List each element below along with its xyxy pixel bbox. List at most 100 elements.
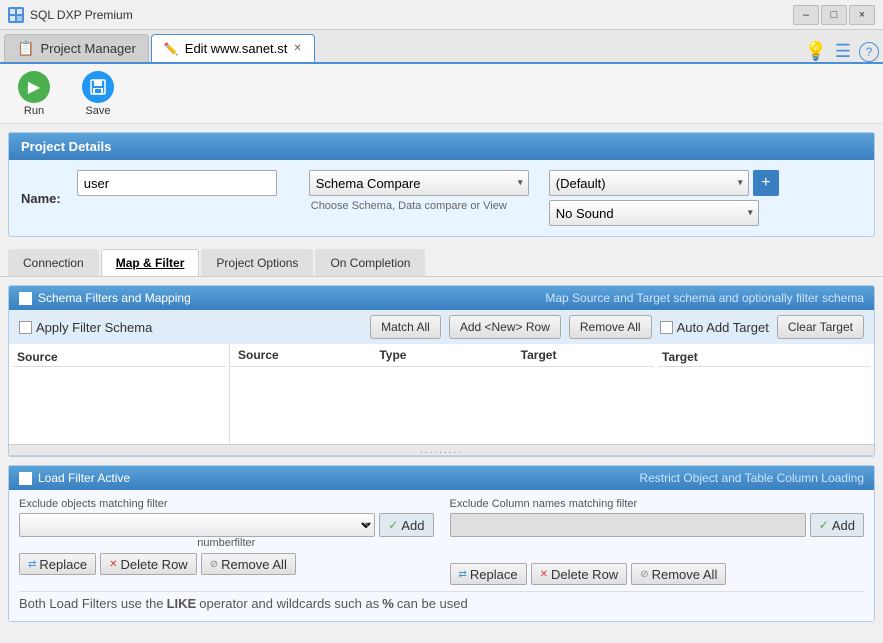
title-bar: SQL DXP Premium – □ × (0, 0, 883, 30)
delete-row-objects-button[interactable]: ✕ Delete Row (100, 553, 197, 575)
mapping-type-header: Type (371, 346, 512, 364)
apply-filter-checkbox[interactable] (19, 321, 32, 334)
tab-close-icon[interactable]: ✕ (293, 43, 301, 54)
filter-row: Exclude objects matching filter ✓ Add nu… (19, 498, 864, 585)
remove-icon: ⊘ (210, 559, 218, 570)
run-label: Run (24, 105, 44, 117)
load-filter-section: Load Filter Active Restrict Object and T… (8, 465, 875, 622)
delete-row-columns-label: Delete Row (551, 567, 618, 582)
close-button[interactable]: × (849, 5, 875, 25)
content-tabs: Connection Map & Filter Project Options … (0, 245, 883, 277)
project-details-section: Project Details Name: Schema Compare Dat… (8, 132, 875, 237)
tab-connection[interactable]: Connection (8, 249, 99, 276)
run-button[interactable]: ▶ Run (10, 67, 58, 121)
sound-wrapper: No Sound Sound 1 Sound 2 (549, 200, 759, 226)
schema-target-col: Target (654, 344, 874, 444)
toolbar: ▶ Run Save (0, 64, 883, 124)
schema-middle-col: Source Type Target (230, 344, 654, 444)
schema-compare-group: Schema Compare Data Compare View Choose … (309, 170, 529, 212)
run-icon: ▶ (18, 71, 50, 103)
exclude-columns-input-row: ✓ Add (450, 513, 865, 537)
auto-add-target-label: Auto Add Target (660, 320, 769, 335)
tab-project-manager-label: Project Manager (40, 41, 135, 56)
add-button[interactable]: + (753, 170, 779, 196)
filter-note-end: can be used (397, 596, 468, 611)
tab-project-options[interactable]: Project Options (201, 249, 313, 276)
load-filter-checkbox[interactable] (19, 472, 32, 485)
exclude-columns-label: Exclude Column names matching filter (450, 498, 865, 510)
name-input[interactable] (77, 170, 277, 196)
clear-target-button[interactable]: Clear Target (777, 315, 864, 339)
bulb-icon[interactable]: 💡 (804, 41, 826, 62)
default-select[interactable]: (Default) Option 1 Option 2 (549, 170, 749, 196)
auto-add-target-checkbox[interactable] (660, 321, 673, 334)
remove-all-columns-label: Remove All (652, 567, 718, 582)
number-filter-header: numberfilter (19, 537, 434, 549)
remove-all-objects-button[interactable]: ⊘ Remove All (201, 553, 296, 575)
filter-note-percent: % (382, 596, 394, 611)
filter-actions-objects: ⇄ Replace ✕ Delete Row ⊘ Remove All (19, 553, 434, 575)
schema-compare-row: Schema Compare Data Compare View (309, 170, 529, 196)
exclude-objects-dropdown-wrapper (19, 513, 375, 537)
help-icon[interactable]: ? (859, 42, 879, 62)
exclude-objects-input-row: ✓ Add (19, 513, 434, 537)
schema-filters-hint: Map Source and Target schema and optiona… (545, 291, 864, 305)
schema-toolbar: Apply Filter Schema Match All Add <New> … (9, 310, 874, 344)
replace-columns-button[interactable]: ⇄ Replace (450, 563, 527, 585)
app-title: SQL DXP Premium (30, 8, 133, 22)
default-row: (Default) Option 1 Option 2 + (549, 170, 779, 196)
remove-all-objects-label: Remove All (221, 557, 287, 572)
sound-row: No Sound Sound 1 Sound 2 (549, 200, 779, 226)
replace-icon: ⇄ (28, 559, 36, 570)
save-button[interactable]: Save (74, 67, 122, 121)
tab-edit-www[interactable]: ✏️ Edit www.sanet.st ✕ (151, 34, 315, 62)
schema-compare-select[interactable]: Schema Compare Data Compare View (309, 170, 529, 196)
name-label: Name: (21, 191, 61, 206)
filter-note: Both Load Filters use the LIKE operator … (19, 591, 864, 613)
tab-map-filter[interactable]: Map & Filter (101, 249, 200, 276)
minimize-button[interactable]: – (793, 5, 819, 25)
schema-compare-wrapper: Schema Compare Data Compare View (309, 170, 529, 196)
load-filter-title: Load Filter Active (38, 471, 130, 485)
remove-all-button[interactable]: Remove All (569, 315, 652, 339)
mapping-source-header: Source (230, 346, 371, 364)
schema-filters-section: Schema Filters and Mapping Map Source an… (8, 285, 875, 457)
sound-select[interactable]: No Sound Sound 1 Sound 2 (549, 200, 759, 226)
app-icon (8, 7, 24, 23)
title-bar-controls: – □ × (793, 5, 875, 25)
schema-filters-title: Schema Filters and Mapping (38, 291, 191, 305)
edit-icon: ✏️ (164, 42, 179, 56)
replace-objects-button[interactable]: ⇄ Replace (19, 553, 96, 575)
top-right-icons: 💡 ☰ ? (804, 41, 879, 62)
load-filter-header: Load Filter Active Restrict Object and T… (9, 466, 874, 490)
replace-columns-label: Replace (470, 567, 518, 582)
exclude-columns-input (450, 513, 806, 537)
delete-row-columns-button[interactable]: ✕ Delete Row (531, 563, 628, 585)
schema-middle-headers: Source Type Target (230, 344, 654, 367)
delete-row-objects-label: Delete Row (120, 557, 187, 572)
mapping-target-header: Target (513, 346, 654, 364)
resize-handle[interactable]: ......... (9, 444, 874, 456)
save-icon (82, 71, 114, 103)
add-columns-filter-button[interactable]: ✓ Add (810, 513, 864, 537)
maximize-button[interactable]: □ (821, 5, 847, 25)
menu-icon[interactable]: ☰ (835, 41, 851, 62)
add-objects-filter-button[interactable]: ✓ Add (379, 513, 433, 537)
tab-on-completion[interactable]: On Completion (315, 249, 425, 276)
replace-icon-2: ⇄ (459, 569, 467, 580)
remove-all-columns-button[interactable]: ⊘ Remove All (631, 563, 726, 585)
tab-project-manager[interactable]: 📋 Project Manager (4, 34, 149, 62)
filter-note-operator: operator and wildcards such as (199, 596, 379, 611)
exclude-columns-col: Exclude Column names matching filter ✓ A… (450, 498, 865, 585)
tab-edit-www-label: Edit www.sanet.st (185, 41, 288, 56)
match-all-button[interactable]: Match All (370, 315, 441, 339)
add-objects-label: Add (401, 518, 424, 533)
add-new-row-button[interactable]: Add <New> Row (449, 315, 561, 339)
add-columns-label: Add (832, 518, 855, 533)
exclude-objects-select[interactable] (19, 513, 375, 537)
delete-icon-2: ✕ (540, 569, 548, 580)
schema-filters-checkbox[interactable] (19, 292, 32, 305)
tab-bar: 📋 Project Manager ✏️ Edit www.sanet.st ✕… (0, 30, 883, 64)
remove-icon-2: ⊘ (640, 569, 648, 580)
title-bar-left: SQL DXP Premium (8, 7, 133, 23)
